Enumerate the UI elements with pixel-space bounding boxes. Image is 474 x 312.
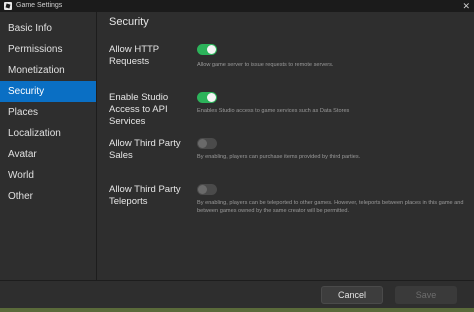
setting-label: Enable Studio Access to API Services [109,92,169,127]
sidebar-item-security[interactable]: Security [0,81,96,102]
settings-content: Security Allow HTTP Requests Allow game … [97,12,474,280]
sidebar-item-world[interactable]: World [0,165,96,186]
close-icon[interactable]: ✕ [462,0,470,12]
studio-api-access-toggle[interactable] [197,92,217,103]
window-title: Game Settings [16,2,63,9]
setting-label: Allow Third Party Sales [109,138,181,161]
toggle-knob [207,45,216,54]
sidebar-item-permissions[interactable]: Permissions [0,39,96,60]
sidebar-item-basic-info[interactable]: Basic Info [0,18,96,39]
setting-label: Allow Third Party Teleports [109,184,181,207]
roblox-studio-icon [4,2,12,10]
toggle-knob [198,139,207,148]
third-party-teleports-toggle[interactable] [197,184,217,195]
http-requests-toggle[interactable] [197,44,217,55]
setting-label: Allow HTTP Requests [109,44,159,67]
save-button[interactable]: Save [395,286,457,304]
toggle-knob [207,93,216,102]
toggle-knob [198,185,207,194]
section-title: Security [109,16,149,28]
settings-sidebar: Basic Info Permissions Monetization Secu… [0,12,96,280]
setting-description: By enabling, players can purchase items … [197,154,361,160]
sidebar-item-other[interactable]: Other [0,186,96,207]
cancel-button[interactable]: Cancel [321,286,383,304]
third-party-sales-toggle[interactable] [197,138,217,149]
sidebar-item-places[interactable]: Places [0,102,96,123]
desktop-strip [0,308,474,312]
dialog-footer: Cancel Save [0,280,474,308]
setting-description: Enables Studio access to game services s… [197,108,350,114]
setting-description: Allow game server to issue requests to r… [197,62,334,68]
title-bar: Game Settings ✕ [0,0,474,12]
sidebar-item-avatar[interactable]: Avatar [0,144,96,165]
sidebar-item-monetization[interactable]: Monetization [0,60,96,81]
sidebar-item-localization[interactable]: Localization [0,123,96,144]
setting-description: By enabling, players can be teleported t… [197,200,464,214]
